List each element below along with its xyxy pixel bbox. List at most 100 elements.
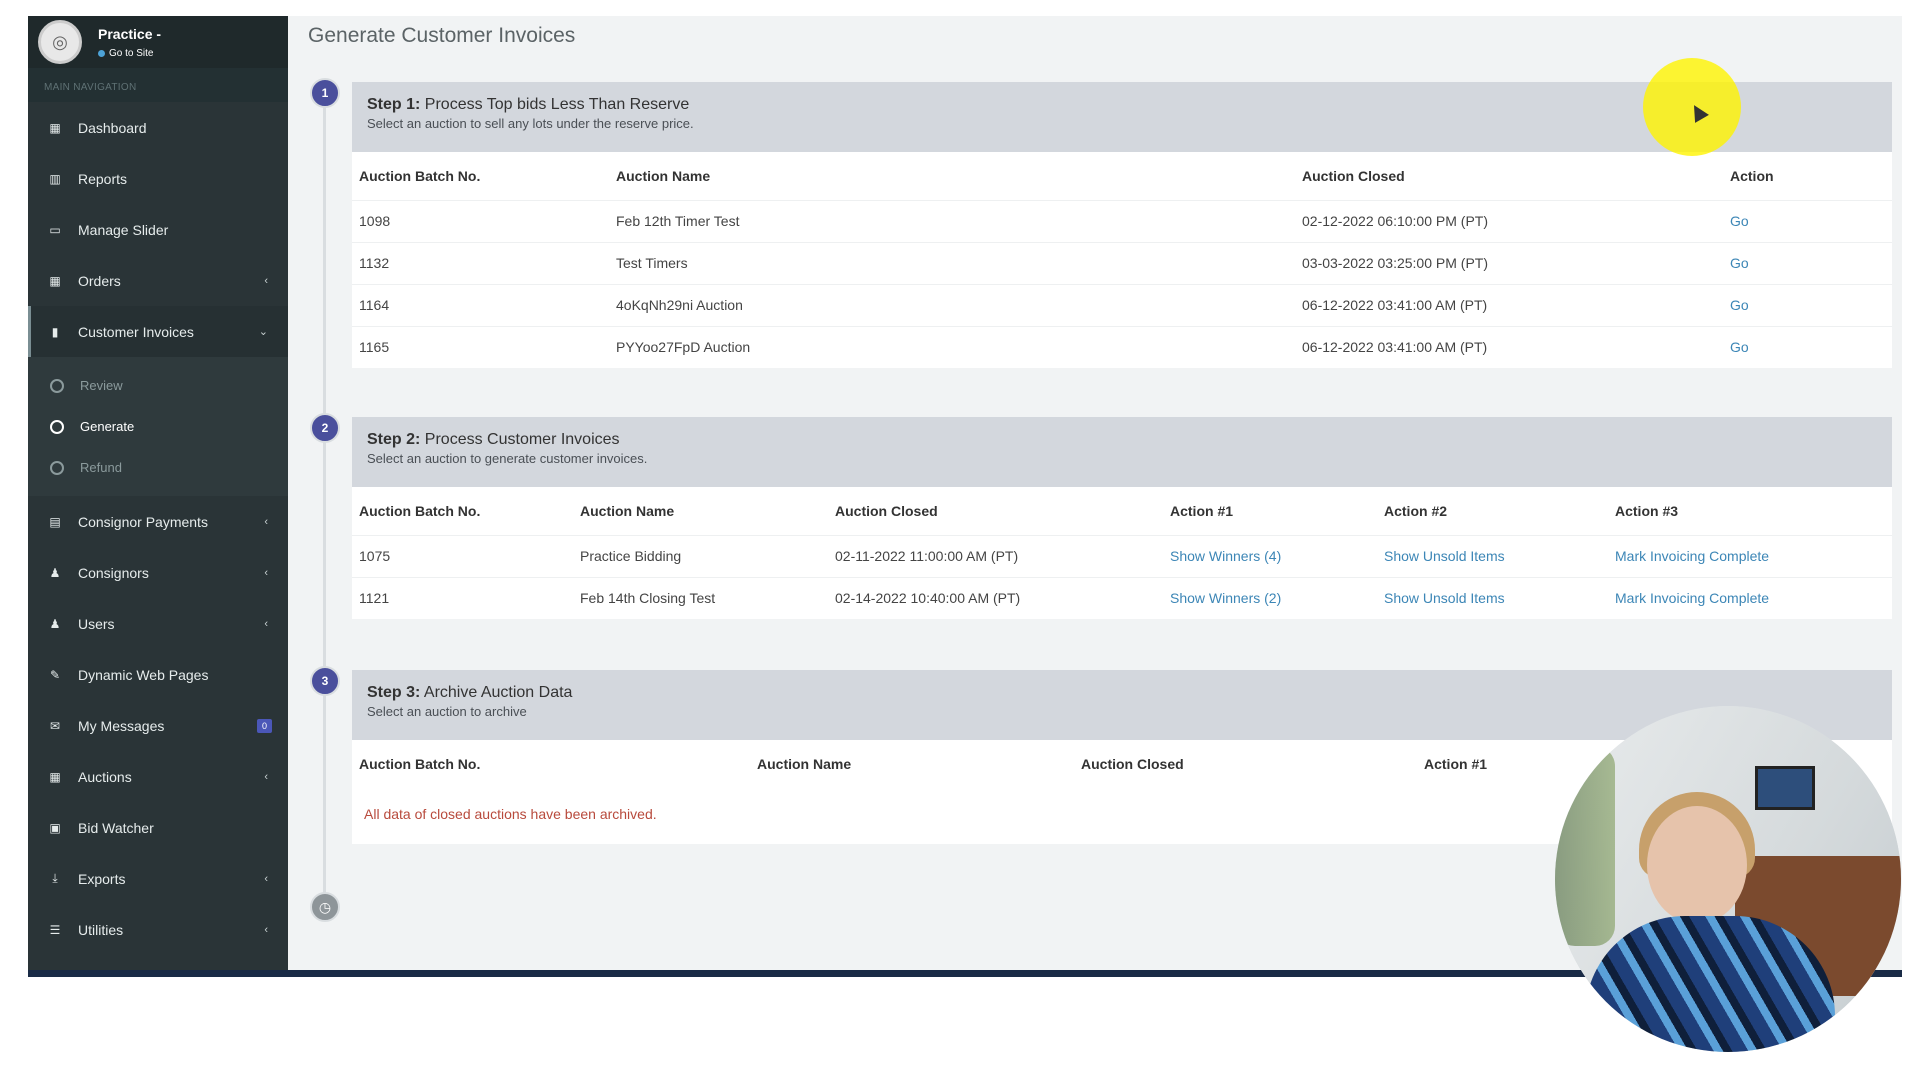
sidebar-item-reports[interactable]: ▥ Reports xyxy=(28,153,288,204)
sidebar-item-label: Dashboard xyxy=(78,119,147,136)
group-icon: ♟ xyxy=(49,616,61,631)
timeline-line xyxy=(323,96,326,916)
sidebar-item-label: Consignors xyxy=(78,564,149,581)
sidebar-subitem-generate[interactable]: Generate xyxy=(28,406,288,447)
step-1-badge: 1 xyxy=(310,78,340,108)
chevron-down-icon: ⌄ xyxy=(258,326,268,338)
sidebar-item-consignor-payments[interactable]: ▤ Consignor Payments ‹ xyxy=(28,496,288,547)
sidebar-item-label: Dynamic Web Pages xyxy=(78,666,209,683)
action-link[interactable]: Go xyxy=(1723,283,1892,326)
sidebar-item-utilities[interactable]: ☰ Utilities ‹ xyxy=(28,904,288,955)
column-header: Auction Closed xyxy=(835,502,938,519)
bar-chart-icon: ▥ xyxy=(49,171,61,186)
logo-icon: ◎ xyxy=(38,20,82,64)
table-cell: 1132 xyxy=(352,241,609,284)
sidebar-item-bid-watcher[interactable]: ▣ Bid Watcher xyxy=(28,802,288,853)
sidebar-item-my-messages[interactable]: ✉ My Messages 0 xyxy=(28,700,288,751)
dashboard-icon: ▦ xyxy=(49,120,61,135)
presenter-face xyxy=(1647,806,1747,924)
action-link[interactable]: Mark Invoicing Complete xyxy=(1608,576,1892,619)
sidebar-subitem-review[interactable]: Review xyxy=(28,365,288,406)
sidebar-subitem-label: Review xyxy=(80,378,123,393)
table-cell: Feb 14th Closing Test xyxy=(573,576,828,619)
step-3-title: Step 3: Archive Auction Data xyxy=(367,684,573,701)
grid-icon: ▦ xyxy=(49,273,61,288)
action-link[interactable]: Mark Invoicing Complete xyxy=(1608,534,1892,577)
table-cell: Test Timers xyxy=(609,241,1295,284)
magic-wand-icon: ✎ xyxy=(49,667,61,682)
column-header: Action #3 xyxy=(1615,502,1679,519)
calendar-icon: ▦ xyxy=(49,769,61,784)
column-header: Auction Batch No. xyxy=(359,502,481,519)
chevron-left-icon: ‹ xyxy=(264,872,268,885)
column-header: Auction Closed xyxy=(1302,167,1405,184)
chevron-left-icon: ‹ xyxy=(264,923,268,936)
column-header: Auction Batch No. xyxy=(359,756,481,772)
table-cell: Practice Bidding xyxy=(573,534,828,577)
sidebar-subitem-label: Refund xyxy=(80,460,122,475)
table-row: 1098 Feb 12th Timer Test 02-12-2022 06:10:… xyxy=(352,199,1892,242)
action-link[interactable]: Go xyxy=(1723,325,1892,368)
table-row: 1075 Practice Bidding 02-11-2022 11:00:00 … xyxy=(352,534,1892,577)
sidebar-item-label: My Messages xyxy=(78,717,165,734)
table-cell: 03-03-2022 03:25:00 PM (PT) xyxy=(1295,241,1723,284)
step-2-subtitle: Select an auction to generate customer i… xyxy=(367,451,648,466)
download-icon: ⤓ xyxy=(52,871,58,885)
sidebar-item-label: Auctions xyxy=(78,768,132,785)
column-header: Auction Batch No. xyxy=(359,167,481,184)
step-2-table: Auction Batch No. Auction Name Auction Clo… xyxy=(352,487,1892,619)
chevron-left-icon: ‹ xyxy=(264,515,268,528)
table-cell: 02-11-2022 11:00:00 AM (PT) xyxy=(828,534,1163,577)
action-link[interactable]: Go xyxy=(1723,241,1892,284)
sidebar-item-consignors[interactable]: ♟ Consignors ‹ xyxy=(28,547,288,598)
column-header: Action #1 xyxy=(1170,502,1234,519)
sidebar-subitem-refund[interactable]: Refund xyxy=(28,447,288,488)
circle-icon xyxy=(50,460,64,475)
go-to-site-link[interactable]: Go to Site xyxy=(98,48,161,59)
action-link[interactable]: Show Unsold Items xyxy=(1377,534,1608,577)
sidebar-item-dashboard[interactable]: ▦ Dashboard xyxy=(28,102,288,153)
page-title: Generate Customer Invoices xyxy=(308,24,576,47)
sidebar-item-label: Customer Invoices xyxy=(78,323,194,340)
users-icon: ♟ xyxy=(49,565,61,580)
chevron-left-icon: ‹ xyxy=(264,274,268,287)
invoice-icon: ▮ xyxy=(51,324,59,339)
file-icon: ▤ xyxy=(49,514,61,529)
customer-invoices-submenu: Review Generate Refund xyxy=(28,357,288,496)
sidebar-item-orders[interactable]: ▦ Orders ‹ xyxy=(28,255,288,306)
sidebar-subitem-label: Generate xyxy=(80,419,135,434)
action-link[interactable]: Show Unsold Items xyxy=(1377,576,1608,619)
action-link[interactable]: Go xyxy=(1723,199,1892,242)
table-cell: 02-14-2022 10:40:00 AM (PT) xyxy=(828,576,1163,619)
sidebar-item-label: Users xyxy=(78,615,115,632)
sidebar-item-dynamic-web-pages[interactable]: ✎ Dynamic Web Pages xyxy=(28,649,288,700)
sidebar-item-users[interactable]: ♟ Users ‹ xyxy=(28,598,288,649)
table-cell: Feb 12th Timer Test xyxy=(609,199,1295,242)
step-2-panel: Step 2: Process Customer Invoices Select… xyxy=(352,417,1892,619)
table-cell: 1165 xyxy=(352,325,609,368)
brand: ◎ Practice - Go to Site xyxy=(28,16,288,68)
column-header: Action xyxy=(1730,167,1774,184)
webcam-video xyxy=(1555,706,1901,1052)
column-header: Action #2 xyxy=(1384,502,1448,519)
column-header: Auction Name xyxy=(757,756,852,772)
table-cell: PYYoo27FpD Auction xyxy=(609,325,1295,368)
table-row: 1132 Test Timers 03-03-2022 03:25:00 PM (P… xyxy=(352,241,1892,284)
go-to-site-label: Go to Site xyxy=(109,47,154,59)
chevron-left-icon: ‹ xyxy=(264,770,268,783)
table-cell: 02-12-2022 06:10:00 PM (PT) xyxy=(1295,199,1723,242)
sidebar-item-exports[interactable]: ⤓ Exports ‹ xyxy=(28,853,288,904)
chevron-left-icon: ‹ xyxy=(264,617,268,630)
action-link[interactable]: Show Winners (2) xyxy=(1163,576,1377,619)
sidebar-item-label: Orders xyxy=(78,272,121,289)
envelope-icon: ✉ xyxy=(49,718,61,733)
table-row: 1164 4oKqNh29ni Auction 06-12-2022 03:41:0… xyxy=(352,283,1892,326)
sidebar: ◎ Practice - Go to Site MAIN NAVIGATION … xyxy=(28,16,288,976)
monitor-icon: ▣ xyxy=(49,820,61,835)
action-link[interactable]: Show Winners (4) xyxy=(1163,534,1377,577)
sidebar-item-auctions[interactable]: ▦ Auctions ‹ xyxy=(28,751,288,802)
nav-section-header: MAIN NAVIGATION xyxy=(28,68,288,102)
sidebar-item-manage-slider[interactable]: ▭ Manage Slider xyxy=(28,204,288,255)
sidebar-item-label: Exports xyxy=(78,870,126,887)
sidebar-item-customer-invoices[interactable]: ▮ Customer Invoices ⌄ xyxy=(28,306,288,357)
